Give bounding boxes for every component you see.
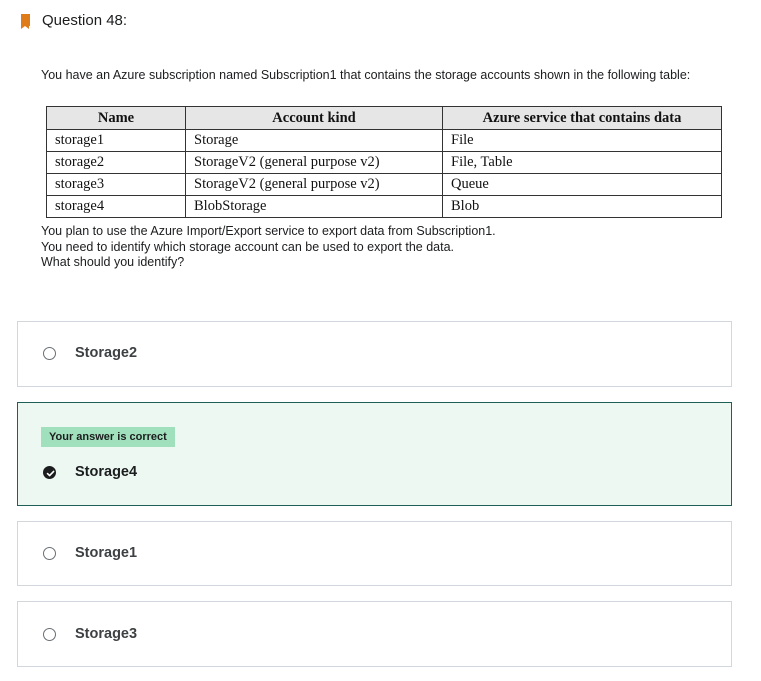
table-cell: storage4 [46,195,186,218]
table-cell: storage1 [46,129,186,152]
table-cell: File, Table [442,151,722,174]
table-cell: File [442,129,722,152]
question-intro: You have an Azure subscription named Sub… [41,68,731,83]
question-line: You need to identify which storage accou… [41,239,455,254]
table-cell: BlobStorage [185,195,443,218]
question-title: Question 48: [42,11,128,29]
storage-accounts-table: Name Account kind Azure service that con… [46,106,722,218]
radio-button-checked[interactable] [43,466,56,479]
table-row: storage4 BlobStorage Blob [46,195,722,218]
column-header: Azure service that contains data [442,106,722,130]
table-row: storage2 StorageV2 (general purpose v2) … [46,151,722,174]
question-line: You plan to use the Azure Import/Export … [41,224,496,238]
checkmark-icon [46,470,55,477]
column-header: Account kind [185,106,443,130]
option-label[interactable]: Storage3 [75,626,137,642]
radio-button[interactable] [43,628,56,641]
table-cell: storage2 [46,151,186,174]
table-cell: Blob [442,195,722,218]
question-line: What should you identify? [41,255,185,269]
option-label[interactable]: Storage1 [75,545,137,561]
intro-text: You have an Azure subscription named Sub… [41,68,691,82]
answer-option-storage4[interactable]: Your answer is correct Storage4 [17,402,732,506]
radio-button[interactable] [43,547,56,560]
answer-option-storage3[interactable]: Storage3 [17,601,732,667]
correct-answer-badge: Your answer is correct [41,427,175,447]
table-cell: Queue [442,173,722,196]
question-header: Question 48: [21,10,127,30]
table-cell: Storage [185,129,443,152]
table-row: storage1 Storage File [46,129,722,152]
table-cell: StorageV2 (general purpose v2) [185,151,443,174]
table-cell: storage3 [46,173,186,196]
table-header-row: Name Account kind Azure service that con… [46,106,722,130]
answer-option-storage2[interactable]: Storage2 [17,321,732,387]
option-label[interactable]: Storage4 [75,464,137,480]
answer-option-storage1[interactable]: Storage1 [17,521,732,586]
bookmark-icon[interactable] [21,14,30,29]
option-label[interactable]: Storage2 [75,345,137,361]
table-cell: StorageV2 (general purpose v2) [185,173,443,196]
column-header: Name [46,106,186,130]
table-row: storage3 StorageV2 (general purpose v2) … [46,173,722,196]
question-body: You plan to use the Azure Import/Export … [41,224,731,271]
radio-button[interactable] [43,347,56,360]
